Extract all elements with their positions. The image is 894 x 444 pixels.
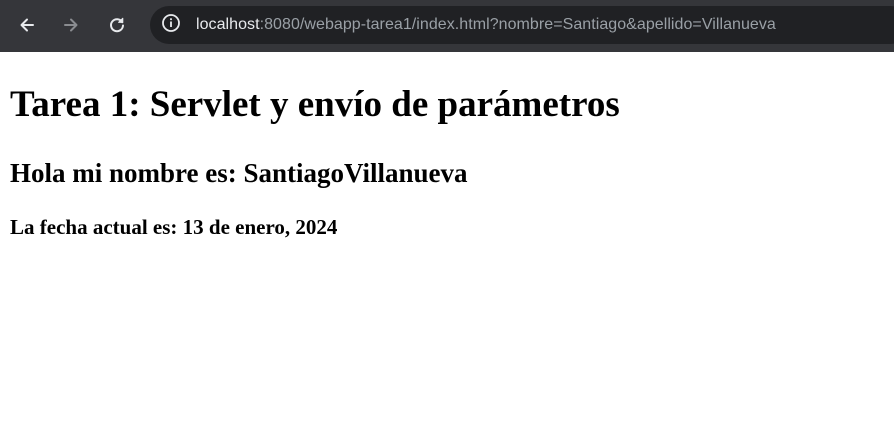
forward-button[interactable] [56,10,86,40]
date-heading: La fecha actual es: 13 de enero, 2024 [10,215,338,239]
info-icon [161,13,181,38]
arrow-left-icon [18,16,36,34]
page-content: Tarea 1: Servlet y envío de parámetros H… [0,52,894,444]
site-info-button[interactable] [159,13,183,37]
arrow-right-icon [62,16,80,34]
url-host: localhost [196,16,260,33]
reload-button[interactable] [102,10,132,40]
address-bar[interactable]: localhost:8080/webapp-tarea1/index.html?… [150,6,894,44]
back-button[interactable] [12,10,42,40]
browser-toolbar: localhost:8080/webapp-tarea1/index.html?… [0,0,894,52]
url-path: :8080/webapp-tarea1/index.html?nombre=Sa… [259,16,776,33]
page-title: Tarea 1: Servlet y envío de parámetros [10,84,620,125]
reload-icon [108,16,126,34]
greeting-heading: Hola mi nombre es: SantiagoVillanueva [10,158,468,188]
url-text[interactable]: localhost:8080/webapp-tarea1/index.html?… [196,6,776,44]
